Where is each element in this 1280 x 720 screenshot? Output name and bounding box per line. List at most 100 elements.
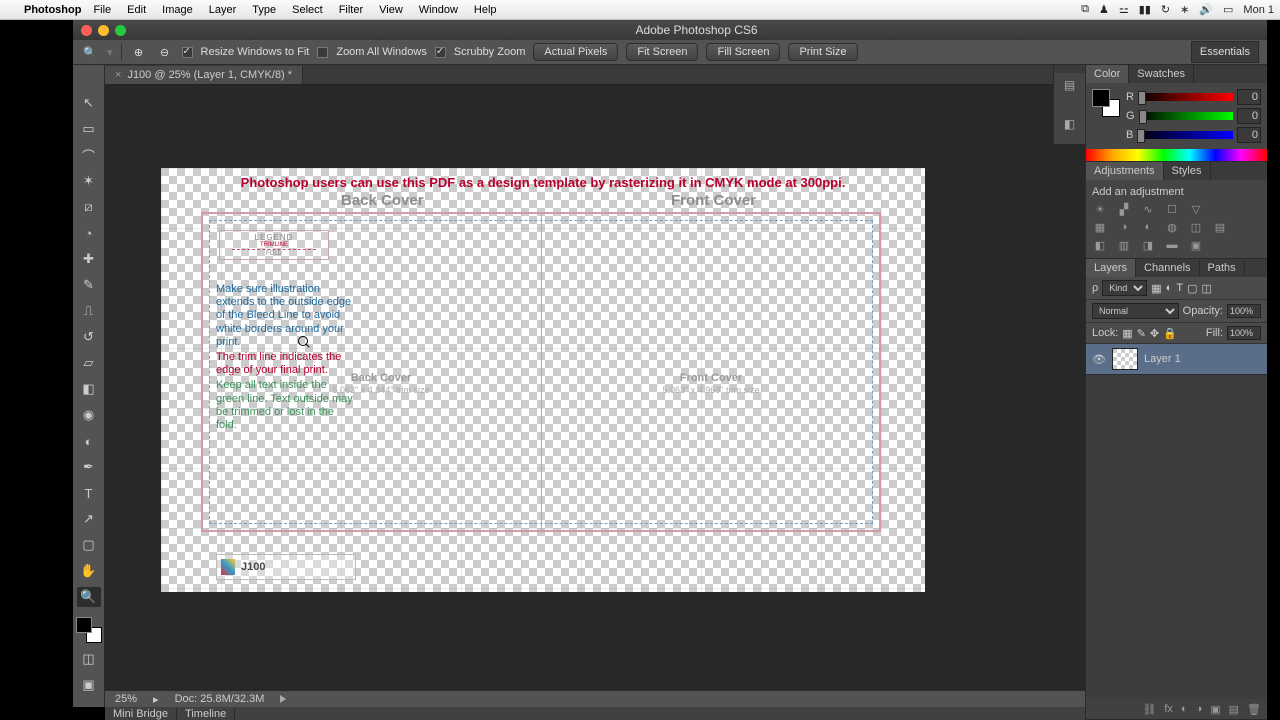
layer-name[interactable]: Layer 1 <box>1144 353 1181 365</box>
zoom-out-icon[interactable]: ⊖ <box>156 43 174 61</box>
move-tool-icon[interactable]: ↖ <box>77 93 101 113</box>
lock-pos-icon[interactable]: ✥ <box>1150 327 1159 340</box>
heal-tool-icon[interactable]: ✚ <box>77 249 101 269</box>
selectivecolor-icon[interactable]: ▣ <box>1188 238 1204 252</box>
layer-thumbnail[interactable] <box>1112 348 1138 370</box>
photofilter-icon[interactable]: ◍ <box>1164 220 1180 234</box>
foreground-background-swatch[interactable] <box>76 617 102 643</box>
menu-window[interactable]: Window <box>419 4 458 16</box>
menu-view[interactable]: View <box>379 4 403 16</box>
filter-adjust-icon[interactable]: ◐ <box>1166 282 1173 294</box>
minimize-button[interactable] <box>98 25 109 36</box>
zoom-tool-icon[interactable]: 🔍 <box>77 587 101 607</box>
eyedropper-tool-icon[interactable]: ◔ <box>77 223 101 243</box>
color-swatch-icon[interactable] <box>1092 89 1120 117</box>
filter-shape-icon[interactable]: ▢ <box>1187 282 1197 295</box>
layer-list[interactable]: 👁 Layer 1 <box>1086 344 1267 699</box>
menu-help[interactable]: Help <box>474 4 497 16</box>
wifi-icon[interactable]: ⚍ <box>1119 3 1129 16</box>
status-arrow-icon[interactable]: ▸ <box>153 693 159 706</box>
fx-icon[interactable]: fx <box>1164 703 1173 715</box>
resize-windows-checkbox[interactable] <box>182 47 193 58</box>
opacity-value[interactable] <box>1227 304 1261 318</box>
document-canvas[interactable]: Photoshop users can use this PDF as a de… <box>161 168 925 592</box>
menu-edit[interactable]: Edit <box>127 4 146 16</box>
posterize-icon[interactable]: ▥ <box>1116 238 1132 252</box>
tray-icon[interactable]: ♟ <box>1099 3 1109 16</box>
brush-tool-icon[interactable]: ✎ <box>77 275 101 295</box>
quickmask-icon[interactable]: ◫ <box>77 649 101 669</box>
shape-tool-icon[interactable]: ▢ <box>77 535 101 555</box>
channelmixer-icon[interactable]: ◫ <box>1188 220 1204 234</box>
volume-icon[interactable]: 🔊 <box>1199 3 1213 16</box>
zoom-in-icon[interactable]: ⊕ <box>130 43 148 61</box>
blend-mode-select[interactable]: Normal <box>1092 303 1179 319</box>
filter-kind-select[interactable]: Kind <box>1102 280 1147 296</box>
colorlookup-icon[interactable]: ▤ <box>1212 220 1228 234</box>
app-name[interactable]: Photoshop <box>24 4 81 16</box>
fill-screen-button[interactable]: Fill Screen <box>706 43 780 61</box>
status-play-icon[interactable] <box>280 695 286 703</box>
filter-pixel-icon[interactable]: ▦ <box>1151 282 1161 295</box>
zoom-level[interactable]: 25% <box>115 693 137 705</box>
history-panel-icon[interactable]: ▤ <box>1064 78 1075 92</box>
invert-icon[interactable]: ◧ <box>1092 238 1108 252</box>
properties-panel-icon[interactable]: ◧ <box>1064 117 1075 131</box>
red-value[interactable]: 0 <box>1237 89 1261 105</box>
mini-bridge-tab[interactable]: Mini Bridge <box>105 708 177 720</box>
channels-tab[interactable]: Channels <box>1136 259 1199 277</box>
styles-tab[interactable]: Styles <box>1164 162 1211 180</box>
close-tab-icon[interactable]: × <box>115 69 121 81</box>
timeline-tab[interactable]: Timeline <box>177 708 235 720</box>
group-icon[interactable]: ▣ <box>1210 703 1220 716</box>
display-icon[interactable]: ▭ <box>1223 3 1233 16</box>
stamp-tool-icon[interactable]: ⎍ <box>77 301 101 321</box>
crop-tool-icon[interactable]: ⧄ <box>77 197 101 217</box>
bluetooth-icon[interactable]: ∗ <box>1180 3 1189 16</box>
zoom-button[interactable] <box>115 25 126 36</box>
blue-value[interactable]: 0 <box>1237 127 1261 143</box>
document-tab[interactable]: × J100 @ 25% (Layer 1, CMYK/8) * <box>105 66 303 84</box>
clock[interactable]: Mon 1 <box>1243 4 1274 16</box>
battery-icon[interactable]: ▮▮ <box>1139 3 1151 16</box>
curves-icon[interactable]: ∿ <box>1140 202 1156 216</box>
bw-icon[interactable]: ◐ <box>1140 220 1156 234</box>
gradient-tool-icon[interactable]: ◧ <box>77 379 101 399</box>
visibility-icon[interactable]: 👁 <box>1092 353 1106 366</box>
wand-tool-icon[interactable]: ✶ <box>77 171 101 191</box>
menu-filter[interactable]: Filter <box>339 4 363 16</box>
screen-record-icon[interactable]: ⧉ <box>1081 3 1089 16</box>
green-value[interactable]: 0 <box>1237 108 1261 124</box>
adjustment-layer-icon[interactable]: ◑ <box>1196 703 1203 715</box>
zoom-all-checkbox[interactable] <box>317 47 328 58</box>
actual-pixels-button[interactable]: Actual Pixels <box>533 43 618 61</box>
type-tool-icon[interactable]: T <box>77 483 101 503</box>
layers-tab[interactable]: Layers <box>1086 259 1136 277</box>
doc-size[interactable]: Doc: 25.8M/32.3M <box>175 693 265 705</box>
levels-icon[interactable]: ▞ <box>1116 202 1132 216</box>
red-slider[interactable] <box>1138 93 1233 101</box>
workspace-switcher[interactable]: Essentials <box>1191 41 1259 63</box>
path-tool-icon[interactable]: ↗ <box>77 509 101 529</box>
green-slider[interactable] <box>1139 112 1233 120</box>
lock-all-icon[interactable]: 🔒 <box>1163 327 1177 340</box>
colorbalance-icon[interactable]: ◑ <box>1116 220 1132 234</box>
vibrance-icon[interactable]: ▽ <box>1188 202 1204 216</box>
delete-layer-icon[interactable]: 🗑 <box>1247 703 1261 716</box>
menu-image[interactable]: Image <box>162 4 193 16</box>
eraser-tool-icon[interactable]: ▱ <box>77 353 101 373</box>
lock-paint-icon[interactable]: ✎ <box>1137 327 1146 340</box>
layer-row[interactable]: 👁 Layer 1 <box>1086 344 1267 375</box>
fill-value[interactable] <box>1227 326 1261 340</box>
menu-type[interactable]: Type <box>252 4 276 16</box>
hue-icon[interactable]: ▦ <box>1092 220 1108 234</box>
threshold-icon[interactable]: ◨ <box>1140 238 1156 252</box>
lasso-tool-icon[interactable]: ⌒ <box>77 145 101 165</box>
print-size-button[interactable]: Print Size <box>788 43 857 61</box>
hue-ramp[interactable] <box>1086 149 1267 161</box>
dodge-tool-icon[interactable]: ◐ <box>77 431 101 451</box>
blue-slider[interactable] <box>1137 131 1233 139</box>
zoom-tool-icon[interactable]: 🔍 <box>81 43 99 61</box>
swatches-tab[interactable]: Swatches <box>1129 65 1194 83</box>
lock-trans-icon[interactable]: ▦ <box>1122 327 1132 340</box>
